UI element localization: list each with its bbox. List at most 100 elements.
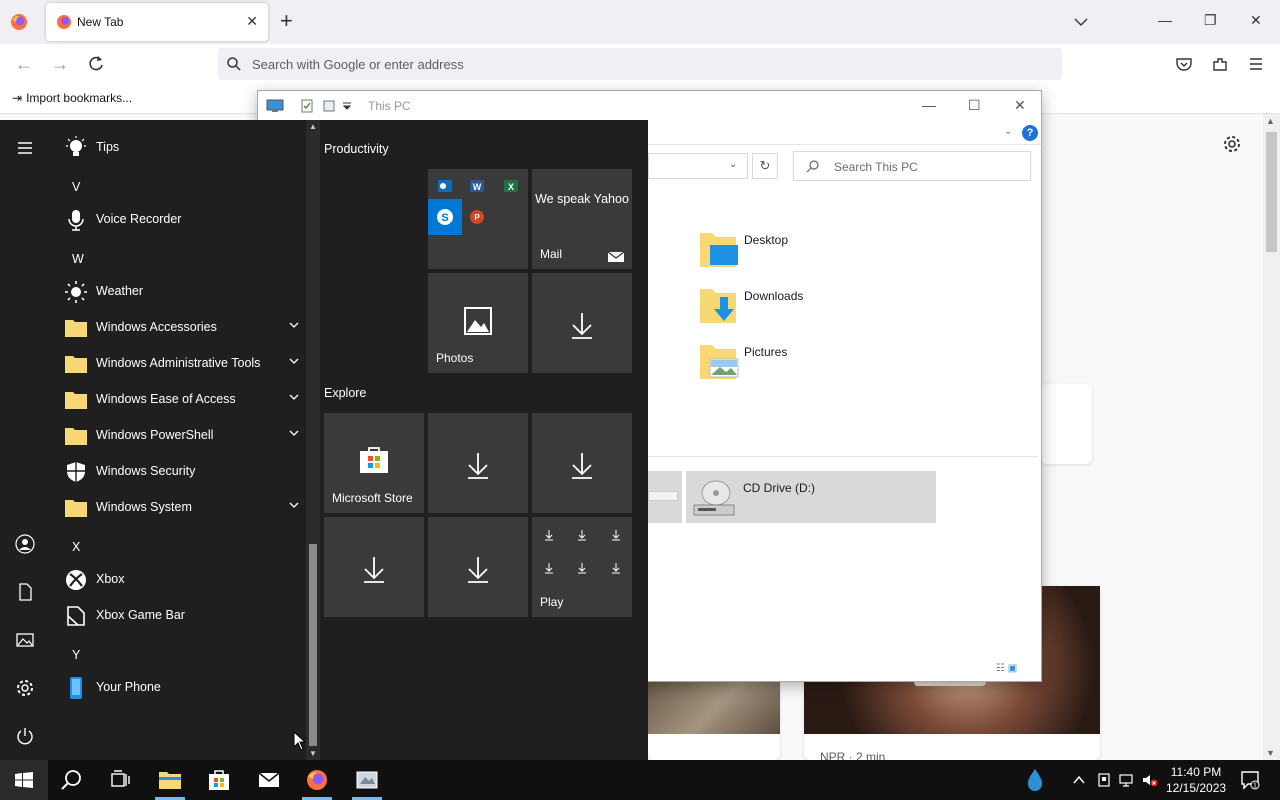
show-hidden-icons-icon[interactable] bbox=[1071, 772, 1087, 788]
letter-header[interactable]: Y bbox=[72, 648, 80, 662]
pictures-icon[interactable] bbox=[15, 630, 35, 650]
app-weather[interactable]: Weather bbox=[50, 274, 306, 310]
file-explorer-icon[interactable] bbox=[158, 768, 182, 792]
details-view-icon[interactable]: ☷ bbox=[996, 663, 1005, 674]
restore-window-button[interactable]: ❐ bbox=[1204, 12, 1217, 29]
import-bookmarks-button[interactable]: ⇥ Import bookmarks... bbox=[12, 91, 132, 105]
explorer-maximize-button[interactable]: ☐ bbox=[968, 97, 981, 114]
chevron-down-icon[interactable] bbox=[288, 355, 300, 367]
explorer-title-bar[interactable]: This PC — ☐ ✕ bbox=[258, 91, 1041, 121]
menu-icon[interactable] bbox=[1247, 55, 1265, 73]
help-icon[interactable]: ? bbox=[1022, 125, 1038, 141]
explorer-search-input[interactable]: Search This PC bbox=[793, 151, 1031, 181]
cd-drive[interactable]: CD Drive (D:) bbox=[686, 471, 936, 523]
start-button[interactable] bbox=[0, 760, 48, 800]
chevron-down-icon[interactable] bbox=[288, 391, 300, 403]
properties-icon[interactable] bbox=[300, 99, 314, 113]
folder-downloads[interactable]: Downloads bbox=[698, 283, 898, 333]
close-tab-icon[interactable]: ✕ bbox=[246, 13, 258, 30]
minimize-window-button[interactable]: — bbox=[1158, 12, 1172, 28]
explorer-minimize-button[interactable]: — bbox=[922, 97, 936, 113]
tile-mail[interactable]: We speak Yahoo Mail bbox=[532, 169, 632, 269]
app-windows-ease-of-access[interactable]: Windows Ease of Access bbox=[50, 382, 306, 418]
device-icon[interactable] bbox=[1096, 772, 1112, 788]
hamburger-menu-icon[interactable] bbox=[15, 138, 35, 158]
tile-download-pending[interactable] bbox=[428, 413, 528, 513]
extensions-icon[interactable] bbox=[1211, 55, 1229, 73]
shortcut-card[interactable] bbox=[1040, 384, 1092, 464]
customize-toolbar-icon[interactable] bbox=[342, 99, 352, 113]
microsoft-store-icon[interactable] bbox=[207, 768, 231, 792]
app-windows-powershell[interactable]: Windows PowerShell bbox=[50, 418, 306, 454]
explorer-close-button[interactable]: ✕ bbox=[1014, 97, 1026, 114]
app-your-phone[interactable]: Your Phone bbox=[50, 670, 306, 706]
address-history-icon[interactable]: ⌄ bbox=[729, 159, 737, 170]
firefox-icon[interactable] bbox=[305, 768, 329, 792]
scroll-down-icon[interactable]: ▼ bbox=[1266, 748, 1275, 758]
letter-header[interactable]: X bbox=[72, 540, 80, 554]
back-button[interactable]: ← bbox=[14, 54, 34, 74]
tile-group-explore[interactable]: Explore bbox=[324, 386, 366, 400]
water-drop-icon[interactable] bbox=[1024, 768, 1046, 792]
scrollbar-thumb[interactable] bbox=[309, 544, 317, 746]
app-windows-system[interactable]: Windows System bbox=[50, 490, 306, 526]
reload-icon[interactable] bbox=[86, 54, 106, 74]
app-voice-recorder[interactable]: Voice Recorder bbox=[50, 202, 306, 238]
scroll-down-icon[interactable]: ▼ bbox=[309, 749, 317, 758]
tile-download-pending[interactable] bbox=[428, 517, 528, 617]
new-folder-icon[interactable] bbox=[322, 99, 336, 113]
chevron-down-icon[interactable] bbox=[288, 319, 300, 331]
firefox-logo-icon[interactable] bbox=[10, 13, 28, 31]
app-list-scrollbar[interactable]: ▲ ▼ bbox=[306, 120, 320, 760]
documents-icon[interactable] bbox=[15, 582, 35, 602]
power-icon[interactable] bbox=[15, 726, 35, 746]
scroll-up-icon[interactable]: ▲ bbox=[1266, 116, 1275, 126]
page-scrollbar[interactable]: ▲ ▼ bbox=[1263, 114, 1280, 760]
tile-download-pending[interactable] bbox=[532, 413, 632, 513]
large-icons-view-icon[interactable]: ▣ bbox=[1008, 663, 1017, 674]
tile-play-folder[interactable]: Play bbox=[532, 517, 632, 617]
tile-download-pending[interactable] bbox=[324, 517, 424, 617]
chevron-down-icon[interactable] bbox=[288, 427, 300, 439]
letter-header[interactable]: V bbox=[72, 180, 80, 194]
settings-gear-icon[interactable] bbox=[15, 678, 35, 698]
letter-header[interactable]: W bbox=[72, 252, 84, 266]
new-tab-button[interactable]: + bbox=[280, 9, 293, 33]
address-bar[interactable]: ⌄ bbox=[648, 153, 748, 179]
network-icon[interactable] bbox=[1118, 772, 1134, 788]
folder-pictures[interactable]: Pictures bbox=[698, 339, 898, 389]
tile-office[interactable]: W X S P bbox=[428, 169, 528, 269]
mail-icon[interactable] bbox=[257, 768, 281, 792]
app-window-icon[interactable] bbox=[355, 768, 379, 792]
gear-icon[interactable] bbox=[1222, 134, 1242, 154]
scrollbar-thumb[interactable] bbox=[1266, 132, 1277, 252]
app-windows-administrative-tools[interactable]: Windows Administrative Tools bbox=[50, 346, 306, 382]
tile-group-productivity[interactable]: Productivity bbox=[324, 142, 389, 156]
app-xbox[interactable]: Xbox bbox=[50, 562, 306, 598]
task-view-icon[interactable] bbox=[108, 768, 132, 792]
ribbon-expand-icon[interactable]: ⌄ bbox=[1004, 126, 1012, 137]
view-toggle[interactable]: ☷ ▣ bbox=[996, 663, 1017, 674]
tile-download-pending[interactable] bbox=[532, 273, 632, 373]
folder-desktop[interactable]: Desktop bbox=[698, 227, 898, 277]
scroll-up-icon[interactable]: ▲ bbox=[309, 122, 317, 131]
chevron-down-icon[interactable] bbox=[288, 499, 300, 511]
tile-microsoft-store[interactable]: Microsoft Store bbox=[324, 413, 424, 513]
user-account-icon[interactable] bbox=[15, 534, 35, 554]
refresh-button[interactable]: ↻ bbox=[752, 153, 778, 179]
tile-photos[interactable]: Photos bbox=[428, 273, 528, 373]
volume-muted-icon[interactable] bbox=[1142, 772, 1158, 788]
app-tips[interactable]: Tips bbox=[50, 130, 306, 166]
system-clock[interactable]: 11:40 PM 12/15/2023 bbox=[1166, 764, 1226, 796]
chevron-down-icon[interactable] bbox=[1072, 13, 1090, 31]
search-icon[interactable] bbox=[60, 768, 84, 792]
notifications-icon[interactable]: 1 bbox=[1240, 770, 1260, 790]
app-windows-accessories[interactable]: Windows Accessories bbox=[50, 310, 306, 346]
app-windows-security[interactable]: Windows Security bbox=[50, 454, 306, 490]
drive-tile-partial[interactable] bbox=[648, 471, 682, 523]
pocket-icon[interactable] bbox=[1175, 55, 1193, 73]
app-xbox-game-bar[interactable]: Xbox Game Bar bbox=[50, 598, 306, 634]
tab-new-tab[interactable]: New Tab ✕ bbox=[46, 3, 268, 41]
forward-button[interactable]: → bbox=[50, 54, 70, 74]
url-bar[interactable]: Search with Google or enter address bbox=[218, 48, 1062, 80]
